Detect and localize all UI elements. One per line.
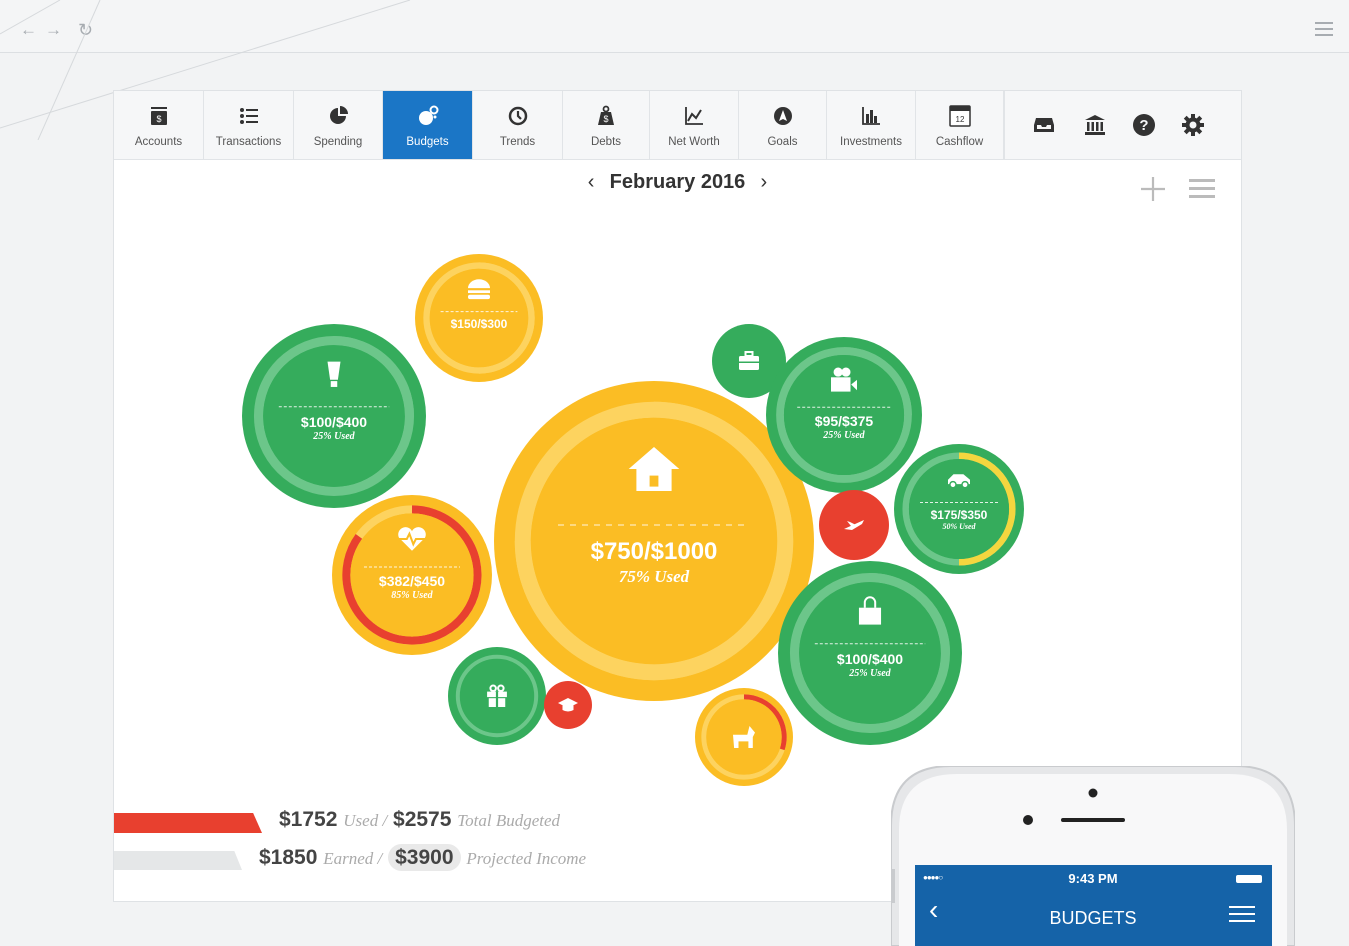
bubble-used-percent: 25% Used xyxy=(313,430,355,442)
forward-icon[interactable]: → xyxy=(45,20,62,40)
used-amount: $1752 xyxy=(279,808,338,831)
bubble-used-percent: 85% Used xyxy=(391,590,433,602)
bubble-amount: $175/$350 xyxy=(930,507,988,522)
used-summary: $1752 Used / $2575 Total Budgeted xyxy=(279,808,560,832)
used-bar xyxy=(114,813,262,833)
projected-income-amount: $3900 xyxy=(388,844,461,871)
total-budgeted-amount: $2575 xyxy=(393,808,452,831)
earned-bar xyxy=(114,851,242,870)
budget-bubble-pets[interactable] xyxy=(695,688,793,786)
bubble-used-percent: 75% Used xyxy=(618,566,690,586)
bubble-used-percent: 50% Used xyxy=(942,522,976,532)
budget-bubble-education[interactable] xyxy=(544,681,592,729)
hamburger-icon[interactable] xyxy=(1315,22,1333,36)
earned-amount: $1850 xyxy=(259,846,318,869)
bubble-amount: $100/$400 xyxy=(300,414,368,431)
browser-toolbar: ← → ↻ xyxy=(0,0,1349,53)
earned-summary: $1850 Earned / $3900 Projected Income xyxy=(259,844,587,871)
reload-icon[interactable]: ↻ xyxy=(78,20,93,40)
bubble-used-percent: 25% Used xyxy=(823,430,865,442)
phone-mockup: ●●●●○ 9:43 PM ‹ BUDGETS xyxy=(891,766,1295,946)
bubble-amount: $150/$300 xyxy=(450,316,508,331)
bubble-used-percent: 25% Used xyxy=(849,667,891,679)
total-budgeted-label: Total Budgeted xyxy=(457,811,561,830)
bubble-amount: $382/$450 xyxy=(378,573,446,590)
bubble-amount: $100/$400 xyxy=(836,651,904,668)
budget-bubble-gifts[interactable] xyxy=(448,647,546,745)
back-icon[interactable]: ← xyxy=(20,20,37,40)
used-label: Used / xyxy=(343,811,388,830)
bubble-amount: $750/$1000 xyxy=(590,537,718,565)
earned-label: Earned / xyxy=(323,849,383,868)
budget-bubble-travel[interactable] xyxy=(819,490,889,560)
phone-menu-icon[interactable] xyxy=(1229,906,1255,922)
bubble-amount: $95/$375 xyxy=(814,413,874,430)
phone-time: 9:43 PM xyxy=(1068,871,1118,886)
battery-icon xyxy=(1236,875,1262,883)
projected-income-label: Projected Income xyxy=(466,849,587,868)
